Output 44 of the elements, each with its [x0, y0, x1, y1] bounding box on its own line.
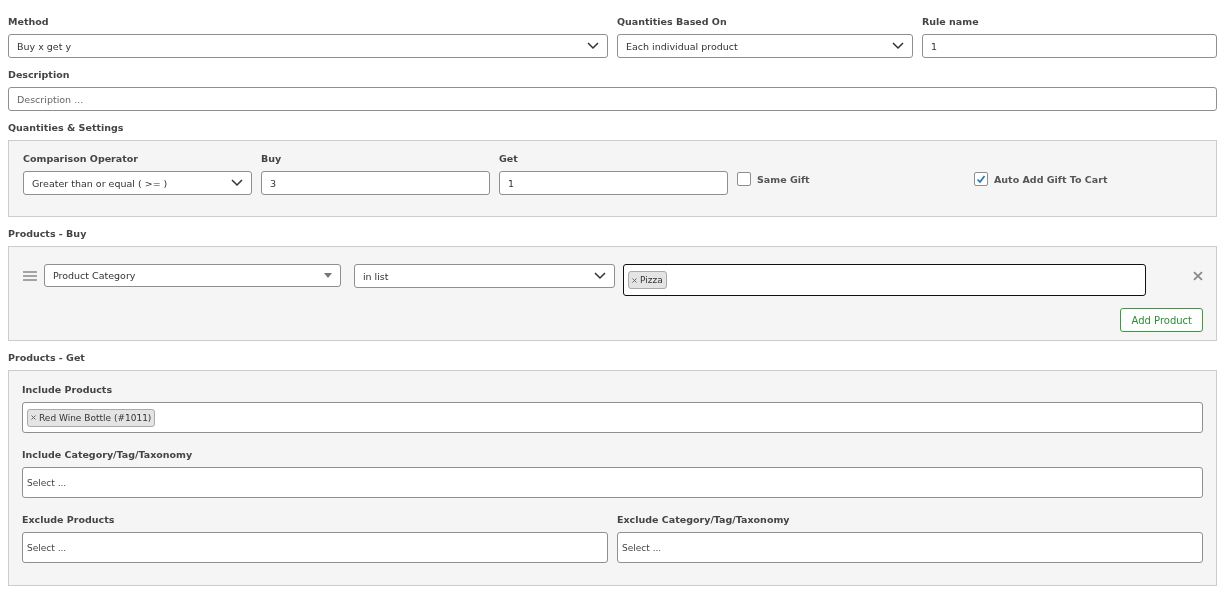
select-field[interactable]: Product Category — [43, 264, 341, 287]
checkbox[interactable] — [737, 172, 751, 186]
input-field[interactable]: 3 — [261, 171, 490, 195]
chevron-down-icon — [231, 179, 243, 187]
tag-field[interactable]: Pizza — [623, 264, 1147, 296]
add-product-button[interactable]: Add Product — [1120, 308, 1203, 332]
select-field[interactable]: Each individual product — [617, 34, 913, 58]
field-label: Comparison Operator — [23, 153, 139, 165]
field-label: Exclude Category/Tag/Taxonomy — [617, 514, 791, 526]
select-field[interactable]: in list — [353, 264, 615, 288]
select-field[interactable]: Select ... — [22, 467, 1203, 498]
checkbox-label: Auto Add Gift To Cart — [994, 173, 1108, 185]
tag-chip[interactable]: Red Wine Bottle (#1011) — [27, 408, 156, 427]
section-title: Products - Get — [8, 352, 86, 364]
drag-handle-icon[interactable] — [23, 271, 37, 281]
field-label: Buy — [261, 153, 283, 165]
field-label: Quantities Based On — [617, 16, 728, 28]
close-icon[interactable] — [1193, 271, 1203, 281]
section-title: Quantities & Settings — [8, 122, 125, 134]
select-field[interactable]: Select ... — [617, 532, 1203, 563]
checkbox[interactable] — [974, 172, 988, 186]
field-label: Include Category/Tag/Taxonomy — [22, 449, 194, 461]
section-title: Products - Buy — [8, 228, 88, 240]
select-field[interactable]: Select ... — [22, 532, 608, 563]
field-label: Exclude Products — [22, 514, 116, 526]
caret-down-icon — [323, 273, 332, 278]
select-field[interactable]: Greater than or equal ( >= ) — [23, 171, 252, 195]
select-field[interactable]: Buy x get y — [8, 34, 608, 58]
chevron-down-icon — [587, 42, 599, 50]
input-field[interactable]: 1 — [922, 34, 1217, 58]
remove-icon[interactable] — [31, 415, 36, 420]
tag-chip[interactable]: Pizza — [628, 271, 667, 289]
field-label: Method — [8, 16, 50, 28]
select-field[interactable]: Red Wine Bottle (#1011) — [22, 402, 1203, 433]
input-field[interactable]: Description ... — [8, 87, 1217, 111]
field-label: Rule name — [922, 16, 980, 28]
field-label: Include Products — [22, 384, 114, 396]
field-label: Description — [8, 69, 71, 81]
chevron-down-icon — [892, 42, 904, 50]
chevron-down-icon — [594, 272, 606, 280]
remove-icon[interactable] — [632, 277, 637, 283]
input-field[interactable]: 1 — [499, 171, 728, 195]
field-label: Get — [499, 153, 519, 165]
checkbox-label: Same Gift — [757, 173, 810, 185]
